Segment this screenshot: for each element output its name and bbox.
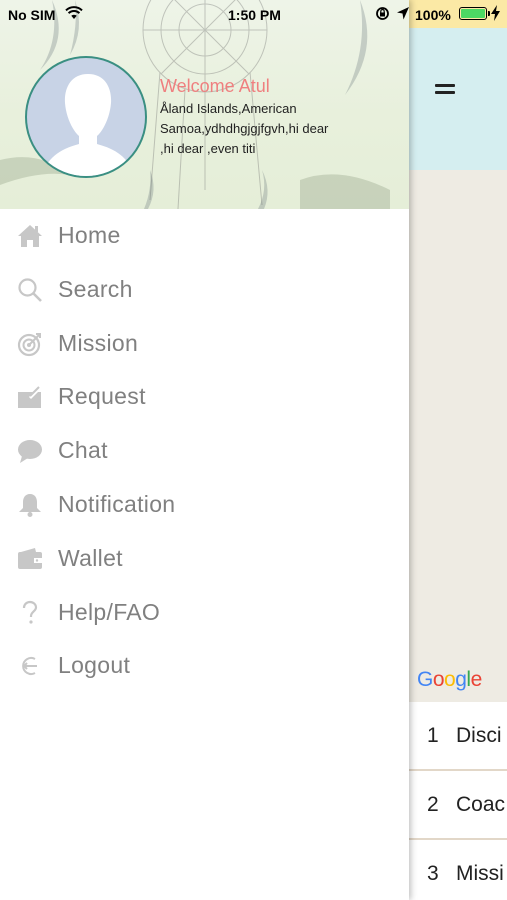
google-logo-letter: g xyxy=(455,668,467,691)
list-item[interactable]: 3 Missi xyxy=(409,840,507,900)
menu-item-help[interactable]: Help/FAO xyxy=(0,586,409,640)
menu-item-notification[interactable]: Notification xyxy=(0,478,409,532)
category-list: 1 Disci 2 Coac 3 Missi xyxy=(409,702,507,900)
wallet-icon xyxy=(17,546,43,572)
clock: 1:50 PM xyxy=(228,7,281,23)
menu-item-label: Chat xyxy=(58,437,108,464)
rotation-lock-icon xyxy=(375,6,390,24)
user-location-text: Åland Islands,American Samoa,ydhdhgjgjfg… xyxy=(160,101,329,156)
drawer-header: Welcome Atul Åland Islands,American Samo… xyxy=(0,0,409,209)
google-logo-letter: G xyxy=(417,668,433,691)
list-item[interactable]: 1 Disci xyxy=(409,702,507,771)
battery-percentage: 100% xyxy=(415,7,451,23)
location-arrow-icon xyxy=(396,6,410,24)
menu-item-label: Notification xyxy=(58,490,176,517)
list-item-label: Missi xyxy=(456,862,504,885)
home-icon xyxy=(17,223,43,249)
menu-item-label: Request xyxy=(58,383,146,410)
menu-item-label: Search xyxy=(58,275,133,302)
list-item-number: 2 xyxy=(427,793,439,816)
list-item-number: 3 xyxy=(427,862,439,885)
drawer-menu: Home Search Mission Request Chat Notific… xyxy=(0,209,409,693)
menu-item-label: Logout xyxy=(58,652,131,679)
menu-item-label: Mission xyxy=(58,329,139,356)
target-icon xyxy=(17,331,43,357)
list-item[interactable]: 2 Coac xyxy=(409,771,507,840)
status-bar: No SIM 1:50 PM 100% xyxy=(0,0,507,28)
list-item-number: 1 xyxy=(427,724,439,747)
google-map-logo: Google xyxy=(417,668,482,692)
list-item-label: Disci xyxy=(456,724,502,747)
menu-item-label: Help/FAO xyxy=(58,598,161,625)
menu-item-logout[interactable]: Logout xyxy=(0,639,409,693)
map-view[interactable] xyxy=(409,170,507,702)
main-screen: Google 1 Disci 2 Coac 3 Missi xyxy=(409,0,507,900)
bell-icon xyxy=(17,492,43,518)
avatar[interactable] xyxy=(25,56,147,178)
menu-item-search[interactable]: Search xyxy=(0,263,409,317)
google-logo-letter: o xyxy=(432,668,445,691)
menu-item-wallet[interactable]: Wallet xyxy=(0,532,409,586)
question-icon xyxy=(17,600,43,626)
menu-item-label: Wallet xyxy=(58,544,123,571)
charging-bolt-icon xyxy=(491,5,500,24)
wifi-icon xyxy=(65,6,83,23)
list-item-label: Coac xyxy=(456,793,506,816)
menu-item-chat[interactable]: Chat xyxy=(0,424,409,478)
welcome-text: Welcome Atul xyxy=(160,76,270,96)
carrier-label: No SIM xyxy=(8,7,56,23)
google-logo-letter: o xyxy=(444,668,456,691)
request-icon xyxy=(17,384,43,410)
google-logo-letter: e xyxy=(470,668,483,691)
chat-bubble-icon xyxy=(17,438,43,464)
hamburger-icon[interactable] xyxy=(435,82,457,96)
menu-item-label: Home xyxy=(58,222,121,248)
side-drawer: Welcome Atul Åland Islands,American Samo… xyxy=(0,0,409,900)
menu-item-mission[interactable]: Mission xyxy=(0,317,409,371)
main-header xyxy=(409,28,507,170)
battery-icon xyxy=(459,7,490,20)
menu-item-request[interactable]: Request xyxy=(0,370,409,424)
default-user-silhouette-icon xyxy=(42,74,134,176)
search-icon xyxy=(17,277,43,303)
logout-icon xyxy=(17,653,43,679)
menu-item-home[interactable]: Home xyxy=(0,209,409,263)
